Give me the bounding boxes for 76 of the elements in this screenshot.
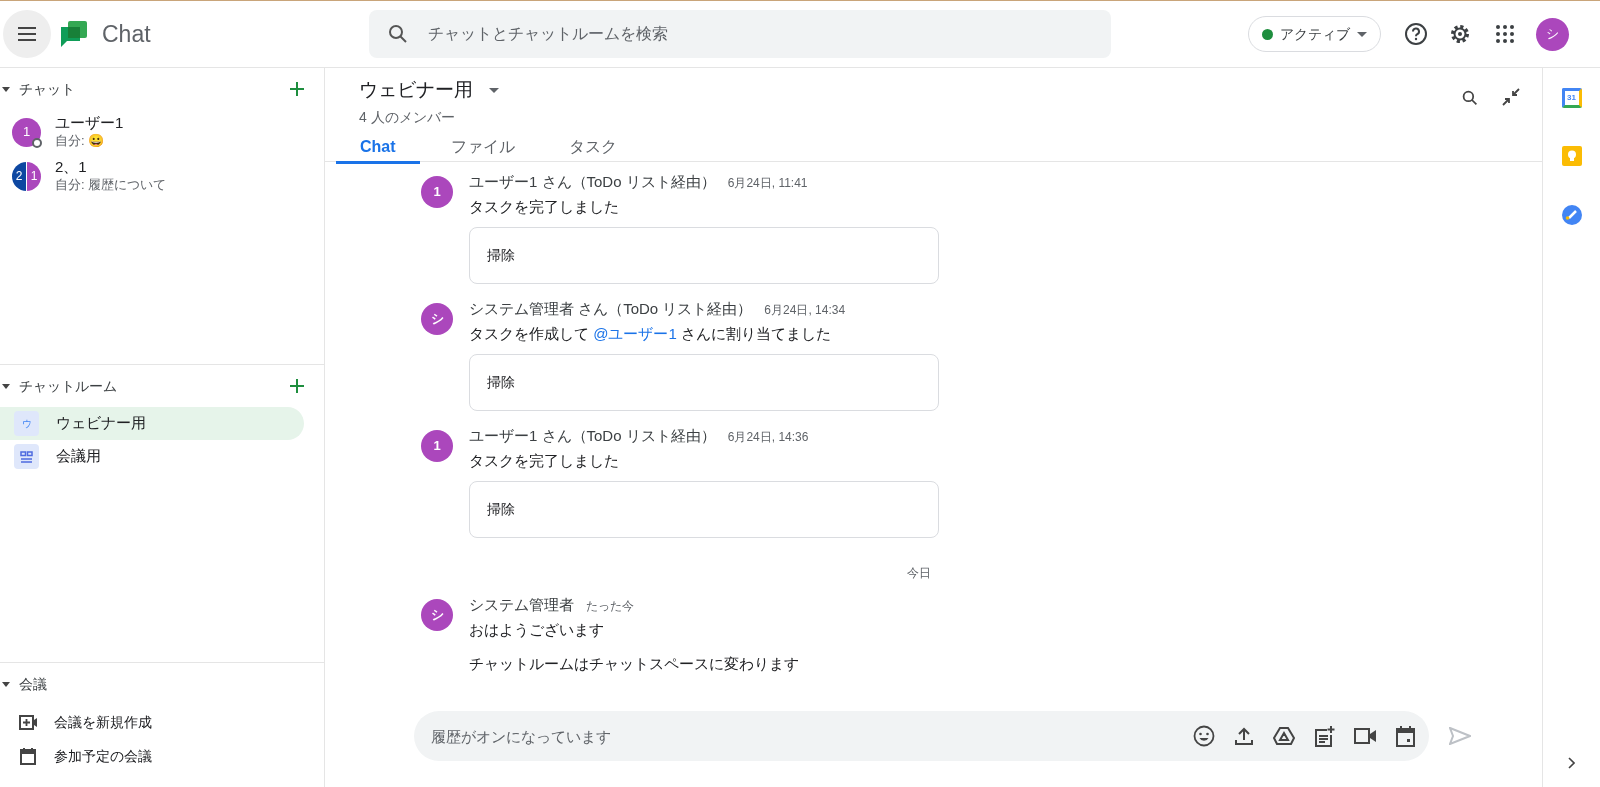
tab[interactable]: ファイル [427,132,538,164]
room-name: 会議用 [56,446,101,467]
mention-link[interactable]: @ユーザー1 [593,325,677,342]
room-title: ウェビナー用 [359,78,473,102]
chevron-right-icon[interactable] [1568,757,1575,769]
calendar-icon[interactable] [1396,725,1415,747]
task-card[interactable]: 掃除 [469,354,939,411]
help-icon [1404,22,1428,46]
menu-button[interactable] [3,10,51,58]
author-name: システム管理者 [469,595,574,615]
presence-icon [32,137,42,148]
message-text: おはようございます [469,620,605,640]
section-toggle[interactable]: チャットルーム [0,375,117,397]
chat-list-item[interactable]: 2 1 2、1 自分: 履歴について [0,154,304,198]
chat-logo-icon [60,20,88,48]
message-time: たった今 [586,598,634,615]
message-time: 6月24日, 11:41 [727,175,808,192]
add-document-icon[interactable] [1314,725,1335,747]
author-name: システム管理者 さん（ToDo リスト経由） [469,299,753,319]
section-toggle[interactable]: チャット [0,78,75,100]
add-icon[interactable] [290,379,304,393]
task-card[interactable]: 掃除 [469,227,939,284]
room-icon: ウ [14,411,39,436]
message-text: チャットルームはチャットスペースに変わります [469,654,799,674]
chat-name: 2、1 [55,158,88,176]
user-avatar: 1 [12,117,41,147]
settings-icon [1448,22,1472,46]
user-avatar: シ [421,303,453,335]
room-list-item[interactable]: ウ ウェビナー用 [0,407,304,440]
message-time: 6月24日, 14:34 [764,302,846,319]
video-add-icon [18,714,38,730]
author-name: ユーザー1 さん（ToDo リスト経由） [469,426,716,446]
apps-grid-icon [1496,25,1514,43]
room-list-item[interactable]: 会議用 [0,440,304,473]
user-avatar: シ [421,599,453,631]
tasks-app-icon[interactable] [1561,205,1582,225]
chat-name: ユーザー1 [55,114,124,132]
search-field[interactable]: チャットとチャットルームを検索 [368,10,1111,58]
search-icon[interactable] [1462,90,1478,106]
meeting-link[interactable]: 参加予定の会議 [54,745,152,767]
status-dot-icon [1262,28,1273,40]
message-input[interactable]: 履歴がオンになっています [414,711,1429,761]
room-grid-icon [14,444,39,469]
account-avatar[interactable]: シ [1536,17,1569,51]
caret-icon [1357,31,1367,37]
user-avatar: 1 [421,176,453,208]
search-icon [387,24,408,44]
message-text: タスクを完了しました [469,451,620,471]
add-icon[interactable] [290,82,304,96]
message-preview: 自分: 😀 [55,132,106,150]
message-text: タスクを完了しました [469,197,620,217]
chat-list-item[interactable]: 1 ユーザー1 自分: 😀 [0,110,304,154]
member-count: 4 人のメンバー [359,107,456,127]
caret-icon[interactable] [489,87,499,93]
message-text: タスクを作成して @ユーザー1 さんに割り当てました [469,324,832,344]
collapse-icon[interactable] [1502,88,1520,106]
help-button[interactable] [1404,21,1430,47]
message-time: 6月24日, 14:36 [727,429,809,446]
task-card[interactable]: 掃除 [469,481,939,538]
emoji-icon[interactable] [1193,725,1215,747]
user-avatar: 1 [421,430,453,462]
calendar-app-icon[interactable]: 31 [1561,88,1582,108]
menu-icon [17,27,37,41]
drive-icon[interactable] [1273,726,1295,746]
room-name: ウェビナー用 [56,413,146,434]
app-name: Chat [102,19,151,49]
video-camera-icon[interactable] [1354,728,1377,744]
upload-icon[interactable] [1234,726,1254,746]
author-name: ユーザー1 さん（ToDo リスト経由） [469,172,716,192]
meeting-link[interactable]: 会議を新規作成 [54,711,152,733]
message-preview: 自分: 履歴について [55,176,167,194]
calendar-icon [20,747,36,765]
section-toggle[interactable]: 会議 [0,673,47,695]
date-divider: 今日 [907,565,931,582]
tab[interactable]: Chat [336,132,420,164]
tab[interactable]: タスク [545,132,640,164]
